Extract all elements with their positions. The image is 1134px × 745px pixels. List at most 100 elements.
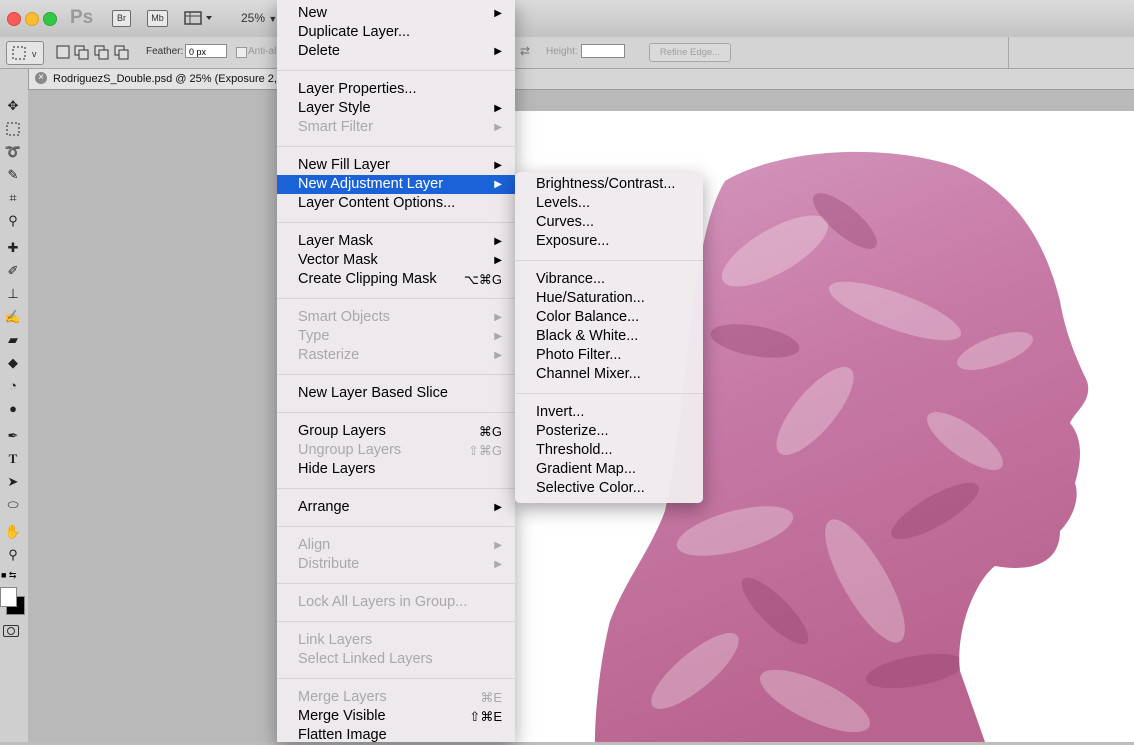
- close-tab-icon[interactable]: ×: [35, 72, 47, 84]
- menu-item-align[interactable]: Align ▶: [277, 536, 515, 555]
- submenu-arrow-icon: ▶: [494, 540, 502, 551]
- menu-item-smart-filter[interactable]: Smart Filter ▶: [277, 118, 515, 137]
- submenu-item-selective-color[interactable]: Selective Color...: [515, 479, 703, 498]
- menu-item-label: Create Clipping Mask: [298, 271, 437, 287]
- refine-edge-button[interactable]: Refine Edge...: [649, 43, 731, 62]
- document-tab[interactable]: × RodriguezS_Double.psd @ 25% (Exposure …: [28, 69, 279, 89]
- dodge-tool-icon[interactable]: ◔: [2, 376, 24, 396]
- hand-tool-icon[interactable]: ✋: [2, 522, 24, 542]
- brush-tool-icon[interactable]: ✐: [2, 261, 24, 281]
- eyedropper-tool-icon[interactable]: ⚲: [2, 211, 24, 231]
- submenu-item-exposure[interactable]: Exposure...: [515, 232, 703, 251]
- healing-brush-tool-icon[interactable]: ✚: [2, 238, 24, 258]
- menu-item-label: Layer Properties...: [298, 81, 417, 97]
- menu-item-new[interactable]: New ▶: [277, 4, 515, 23]
- submenu-item-curves[interactable]: Curves...: [515, 213, 703, 232]
- antialias-label: Anti-al: [248, 46, 277, 57]
- path-selection-tool-icon[interactable]: ➤: [2, 472, 24, 492]
- menu-item-arrange[interactable]: Arrange ▶: [277, 498, 515, 517]
- quick-mask-icon[interactable]: [3, 625, 19, 637]
- menu-item-label: Arrange: [298, 499, 350, 515]
- bridge-button[interactable]: Br: [112, 10, 131, 27]
- menu-item-select-linked-layers[interactable]: Select Linked Layers: [277, 650, 515, 669]
- menu-item-link-layers[interactable]: Link Layers: [277, 631, 515, 650]
- swap-colors-icon[interactable]: ■ ⇆: [1, 570, 25, 582]
- tool-preset-picker[interactable]: v: [6, 41, 44, 65]
- submenu-item-threshold[interactable]: Threshold...: [515, 441, 703, 460]
- menu-item-duplicate-layer[interactable]: Duplicate Layer...: [277, 23, 515, 42]
- menu-item-smart-objects[interactable]: Smart Objects ▶: [277, 308, 515, 327]
- submenu-item-brightness-contrast[interactable]: Brightness/Contrast...: [515, 175, 703, 194]
- submenu-item-hue-saturation[interactable]: Hue/Saturation...: [515, 289, 703, 308]
- quick-selection-tool-icon[interactable]: ✎: [2, 165, 24, 185]
- menu-item-label: Duplicate Layer...: [298, 24, 411, 40]
- clone-stamp-tool-icon[interactable]: ⊥: [2, 284, 24, 304]
- submenu-item-channel-mixer[interactable]: Channel Mixer...: [515, 365, 703, 384]
- paint-bucket-tool-icon[interactable]: ◆: [2, 353, 24, 373]
- menu-item-shortcut: ⇧⌘E: [469, 709, 502, 724]
- submenu-arrow-icon: ▶: [494, 502, 502, 513]
- zoom-tool-icon[interactable]: ⚲: [2, 545, 24, 565]
- eraser-tool-icon[interactable]: ▰: [2, 330, 24, 350]
- menu-item-hide-layers[interactable]: Hide Layers: [277, 460, 515, 479]
- menu-item-merge-layers[interactable]: Merge Layers ⌘E: [277, 688, 515, 707]
- menu-item-new-layer-based-slice[interactable]: New Layer Based Slice: [277, 384, 515, 403]
- menu-item-delete[interactable]: Delete ▶: [277, 42, 515, 61]
- zoom-level-select[interactable]: 25% ▼: [241, 11, 277, 25]
- zoom-window-button[interactable]: [43, 12, 57, 26]
- menu-item-type[interactable]: Type ▶: [277, 327, 515, 346]
- menu-separator: [277, 374, 515, 375]
- menu-item-flatten-image[interactable]: Flatten Image: [277, 726, 515, 745]
- lasso-tool-icon[interactable]: ➰: [2, 142, 24, 162]
- height-input[interactable]: [581, 44, 625, 58]
- menu-item-label: Photo Filter...: [536, 347, 622, 363]
- ellipse-tool-icon[interactable]: ⬭: [2, 495, 24, 515]
- menu-item-vector-mask[interactable]: Vector Mask ▶: [277, 251, 515, 270]
- burn-tool-icon[interactable]: ●: [2, 399, 24, 419]
- swap-dimensions-icon[interactable]: ⇄: [520, 44, 530, 58]
- view-extras-button[interactable]: [184, 10, 214, 26]
- menu-item-label: New: [298, 5, 328, 21]
- menu-item-label: Delete: [298, 43, 340, 59]
- menu-item-create-clipping-mask[interactable]: Create Clipping Mask ⌥⌘G: [277, 270, 515, 289]
- menu-item-rasterize[interactable]: Rasterize ▶: [277, 346, 515, 365]
- type-tool-icon[interactable]: T: [2, 449, 24, 469]
- menu-item-lock-all-layers[interactable]: Lock All Layers in Group...: [277, 593, 515, 612]
- menu-item-layer-content-options[interactable]: Layer Content Options...: [277, 194, 515, 213]
- history-brush-tool-icon[interactable]: ✍: [2, 307, 24, 327]
- submenu-item-color-balance[interactable]: Color Balance...: [515, 308, 703, 327]
- menu-separator: [277, 621, 515, 622]
- submenu-item-invert[interactable]: Invert...: [515, 403, 703, 422]
- marquee-tool-icon[interactable]: [2, 119, 24, 139]
- menu-item-label: Layer Style: [298, 100, 371, 116]
- menu-item-ungroup-layers[interactable]: Ungroup Layers ⇧⌘G: [277, 441, 515, 460]
- minibridge-button[interactable]: Mb: [147, 10, 168, 27]
- submenu-item-black-white[interactable]: Black & White...: [515, 327, 703, 346]
- submenu-item-vibrance[interactable]: Vibrance...: [515, 270, 703, 289]
- move-tool-icon[interactable]: ✥: [2, 96, 24, 116]
- menu-item-layer-mask[interactable]: Layer Mask ▶: [277, 232, 515, 251]
- menu-separator: [277, 222, 515, 223]
- menu-item-group-layers[interactable]: Group Layers ⌘G: [277, 422, 515, 441]
- chevron-down-icon: ▼: [268, 14, 278, 24]
- menu-item-new-adjustment-layer[interactable]: New Adjustment Layer ▶: [277, 175, 515, 194]
- submenu-item-posterize[interactable]: Posterize...: [515, 422, 703, 441]
- menu-item-layer-properties[interactable]: Layer Properties...: [277, 80, 515, 99]
- antialias-checkbox[interactable]: [236, 47, 247, 58]
- menu-item-label: New Fill Layer: [298, 157, 390, 173]
- foreground-color-swatch[interactable]: [0, 587, 17, 607]
- submenu-item-gradient-map[interactable]: Gradient Map...: [515, 460, 703, 479]
- submenu-arrow-icon: ▶: [494, 350, 502, 361]
- menu-item-layer-style[interactable]: Layer Style ▶: [277, 99, 515, 118]
- close-window-button[interactable]: [7, 12, 21, 26]
- submenu-item-levels[interactable]: Levels...: [515, 194, 703, 213]
- menu-item-new-fill-layer[interactable]: New Fill Layer ▶: [277, 156, 515, 175]
- menu-item-merge-visible[interactable]: Merge Visible ⇧⌘E: [277, 707, 515, 726]
- minimize-window-button[interactable]: [25, 12, 39, 26]
- pen-tool-icon[interactable]: ✒: [2, 426, 24, 446]
- menu-item-distribute[interactable]: Distribute ▶: [277, 555, 515, 574]
- feather-input[interactable]: 0 px: [185, 44, 227, 58]
- submenu-item-photo-filter[interactable]: Photo Filter...: [515, 346, 703, 365]
- new-adjustment-layer-submenu: Brightness/Contrast... Levels... Curves.…: [515, 172, 703, 503]
- crop-tool-icon[interactable]: ⌗: [2, 188, 24, 208]
